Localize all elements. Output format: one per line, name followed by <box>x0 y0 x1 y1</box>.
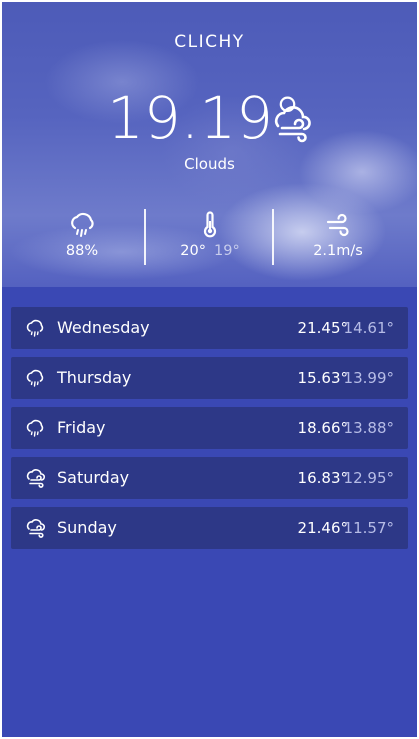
humidity-value: 88% <box>65 243 99 259</box>
forecast-high: 21.45° <box>297 319 348 337</box>
forecast-row[interactable]: Friday 18.66° 13.88° <box>11 407 408 449</box>
weather-app: CLICHY 19.19° Clouds 88% 20° 19° 2.1m/s … <box>2 2 417 737</box>
forecast-row[interactable]: Thursday 15.63° 13.99° <box>11 357 408 399</box>
forecast-high: 18.66° <box>297 419 348 437</box>
forecast-day: Thursday <box>57 368 132 387</box>
forecast-row[interactable]: Sunday 21.46° 11.57° <box>11 507 408 549</box>
forecast-list: Wednesday 21.45° 14.61° Thursday 15.63° … <box>11 307 408 557</box>
humidity-stat: 88% <box>18 207 146 267</box>
forecast-low: 13.88° <box>343 419 394 437</box>
forecast-row[interactable]: Saturday 16.83° 12.95° <box>11 457 408 499</box>
forecast-day: Saturday <box>57 468 130 487</box>
temperature-range: 20° 19° <box>146 243 274 259</box>
cloud-rain-icon <box>26 319 44 337</box>
current-weather-panel: CLICHY 19.19° Clouds 88% 20° 19° 2.1m/s <box>2 2 417 287</box>
forecast-low: 14.61° <box>343 319 394 337</box>
city-name: CLICHY <box>174 32 245 52</box>
temperature-row: 19.19° <box>2 82 417 154</box>
stats-bar: 88% 20° 19° 2.1m/s <box>2 207 417 267</box>
forecast-day: Friday <box>57 418 106 437</box>
temperature-range-stat: 20° 19° <box>146 207 274 267</box>
forecast-day: Wednesday <box>57 318 150 337</box>
cloud-wind-icon <box>26 469 46 488</box>
weather-description: Clouds <box>184 155 235 173</box>
forecast-low: 11.57° <box>343 519 394 537</box>
wind-icon <box>326 213 349 237</box>
forecast-row[interactable]: Wednesday 21.45° 14.61° <box>11 307 408 349</box>
temperature-high: 20° <box>180 243 206 259</box>
thermometer-icon <box>203 211 217 238</box>
forecast-low: 13.99° <box>343 369 394 387</box>
forecast-high: 15.63° <box>297 369 348 387</box>
forecast-high: 21.46° <box>297 519 348 537</box>
forecast-low: 12.95° <box>343 469 394 487</box>
cloud-rain-icon <box>71 212 94 237</box>
forecast-day: Sunday <box>57 518 117 537</box>
wind-value: 2.1m/s <box>313 243 363 259</box>
cloud-rain-icon <box>26 419 44 437</box>
cloud-wind-icon <box>275 106 311 143</box>
cloud-rain-icon <box>26 369 44 387</box>
cloud-wind-icon <box>26 519 46 538</box>
forecast-high: 16.83° <box>297 469 348 487</box>
temperature-low: 19° <box>214 243 240 259</box>
wind-stat: 2.1m/s <box>274 207 402 267</box>
